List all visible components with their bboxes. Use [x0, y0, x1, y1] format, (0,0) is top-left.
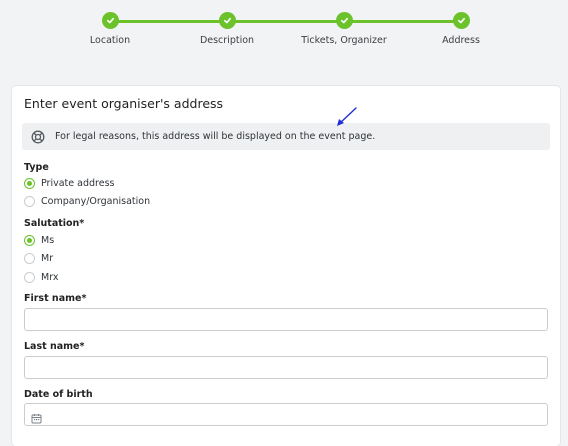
first-name-label: First name*: [24, 293, 87, 304]
radio-button[interactable]: [24, 271, 35, 283]
step-complete-check-icon: [218, 12, 236, 29]
step-complete-check-icon: [101, 12, 119, 29]
info-text: For legal reasons, this address will be …: [55, 131, 376, 142]
type-label: Type: [24, 162, 49, 173]
radio-button[interactable]: [24, 195, 35, 207]
radio-button[interactable]: [24, 234, 35, 246]
radio-ms[interactable]: Ms: [24, 233, 54, 247]
address-form-card: Enter event organiser's address For lega…: [12, 86, 560, 446]
last-name-field[interactable]: [24, 356, 548, 379]
radio-label: Mrx: [41, 271, 59, 283]
radio-mrx[interactable]: Mrx: [24, 270, 58, 284]
radio-mr[interactable]: Mr: [24, 251, 53, 265]
step-complete-check-icon: [335, 12, 353, 29]
progress-stepper: Location Description Tickets, Organizer …: [0, 0, 568, 70]
step-complete-check-icon: [452, 12, 470, 29]
calendar-icon: [31, 409, 42, 424]
last-name-label: Last name*: [24, 341, 85, 352]
radio-label: Mr: [41, 252, 54, 264]
salutation-label: Salutation*: [24, 218, 85, 229]
form-title: Enter event organiser's address: [24, 96, 224, 111]
arrow-icon: [334, 106, 358, 130]
date-of-birth-label: Date of birth: [24, 389, 93, 400]
radio-label: Private address: [41, 177, 115, 189]
radio-button[interactable]: [24, 252, 35, 264]
step-label: Address: [442, 35, 480, 46]
radio-company-organisation[interactable]: Company/Organisation: [24, 194, 150, 208]
radio-private-address[interactable]: Private address: [24, 176, 114, 190]
lifebuoy-icon: [31, 130, 45, 144]
radio-label: Company/Organisation: [41, 195, 151, 207]
date-of-birth-field[interactable]: [24, 403, 548, 426]
info-banner: For legal reasons, this address will be …: [22, 123, 550, 150]
radio-label: Ms: [41, 234, 55, 246]
first-name-field[interactable]: [24, 308, 548, 331]
step-address[interactable]: Address: [391, 12, 531, 46]
radio-button[interactable]: [24, 177, 35, 189]
